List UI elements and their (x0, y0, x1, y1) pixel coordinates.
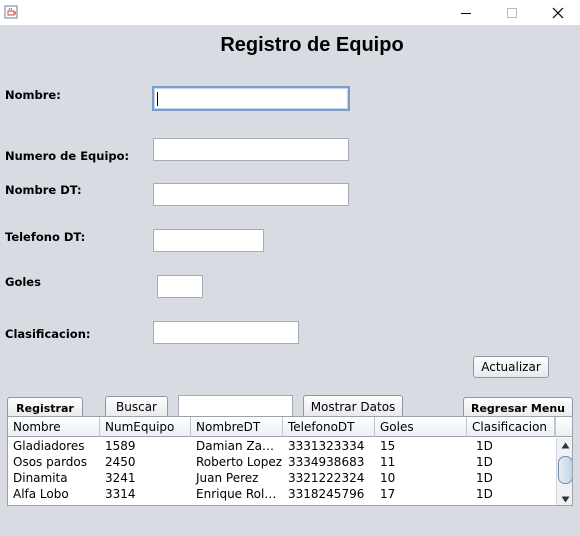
table-cell: 11 (380, 455, 396, 469)
column-header-nombredt[interactable]: NombreDT (191, 417, 283, 437)
column-header-telefonodt[interactable]: TelefonoDT (283, 417, 375, 437)
arrow-down-icon (561, 496, 570, 502)
telefono-dt-label: Telefono DT: (5, 230, 86, 244)
table-cell: 1D (476, 439, 493, 453)
table-row[interactable]: Gladiadores 1589 Damian Zam... 333132333… (8, 438, 555, 454)
table-cell: Damian Zam... (196, 439, 283, 453)
table-cell: Gladiadores (13, 439, 85, 453)
close-icon (552, 7, 564, 18)
table-cell: 2450 (105, 455, 136, 469)
maximize-button[interactable] (489, 0, 535, 25)
nombre-dt-field[interactable] (153, 183, 349, 206)
java-coffee-icon (4, 5, 18, 19)
table-cell: 1D (476, 455, 493, 469)
column-header-nombre[interactable]: Nombre (8, 417, 100, 437)
minimize-icon (461, 12, 471, 14)
equipos-table[interactable]: Nombre NumEquipo NombreDT TelefonoDT Gol… (7, 416, 573, 506)
window-titlebar (0, 0, 580, 25)
table-cell: Juan Perez (196, 471, 259, 485)
scroll-up-button[interactable] (557, 438, 572, 452)
page-title: Registro de Equipo (220, 34, 404, 56)
telefono-dt-field[interactable] (153, 229, 264, 252)
scroll-down-button[interactable] (557, 492, 572, 505)
table-row[interactable]: Osos pardos 2450 Roberto Lopez 333493868… (8, 454, 555, 470)
scroll-thumb[interactable] (558, 456, 572, 484)
table-cell: Roberto Lopez (196, 455, 283, 469)
minimize-button[interactable] (443, 0, 489, 25)
numero-equipo-label: Numero de Equipo: (5, 149, 130, 163)
table-cell: 15 (380, 439, 396, 453)
table-cell: 3321222324 (288, 471, 365, 485)
clasificacion-field[interactable] (153, 321, 299, 344)
column-header-goles[interactable]: Goles (375, 417, 467, 437)
table-cell: 3334938683 (288, 455, 365, 469)
table-row[interactable]: Dinamita 3241 Juan Perez 3321222324 10 1… (8, 470, 555, 486)
actualizar-button[interactable]: Actualizar (473, 356, 549, 378)
nombre-field[interactable] (152, 86, 350, 111)
table-header-corner (555, 417, 572, 437)
nombre-dt-label: Nombre DT: (5, 183, 82, 197)
table-cell: 17 (380, 487, 396, 501)
table-cell: Enrique Rold... (196, 487, 283, 501)
table-cell: 1D (476, 487, 493, 501)
table-vertical-scrollbar[interactable] (556, 438, 572, 505)
close-button[interactable] (535, 0, 580, 25)
text-caret (157, 92, 158, 106)
table-header: Nombre NumEquipo NombreDT TelefonoDT Gol… (8, 417, 555, 437)
table-cell: 1589 (105, 439, 136, 453)
clasificacion-label: Clasificacion: (5, 327, 91, 341)
table-cell: Alfa Lobo (13, 487, 69, 501)
numero-equipo-field[interactable] (153, 138, 349, 161)
table-cell: 3314 (105, 487, 136, 501)
table-cell: 3331323334 (288, 439, 365, 453)
column-header-clasificacion[interactable]: Clasificacion (467, 417, 555, 437)
table-cell: 10 (380, 471, 396, 485)
goles-field[interactable] (157, 275, 203, 298)
table-cell: 1D (476, 471, 493, 485)
table-cell: 3318245796 (288, 487, 365, 501)
column-header-numequipo[interactable]: NumEquipo (100, 417, 191, 437)
goles-label: Goles (5, 275, 41, 289)
table-row[interactable]: Alfa Lobo 3314 Enrique Rold... 331824579… (8, 486, 555, 502)
table-body: Gladiadores 1589 Damian Zam... 333132333… (8, 438, 555, 502)
maximize-icon (507, 7, 517, 18)
buscar-button[interactable]: Buscar (105, 396, 168, 418)
table-cell: Osos pardos (13, 455, 88, 469)
mostrar-datos-button[interactable]: Mostrar Datos (303, 395, 403, 418)
nombre-label: Nombre: (5, 88, 61, 102)
table-cell: Dinamita (13, 471, 68, 485)
arrow-up-icon (561, 442, 570, 448)
table-cell: 3241 (105, 471, 136, 485)
